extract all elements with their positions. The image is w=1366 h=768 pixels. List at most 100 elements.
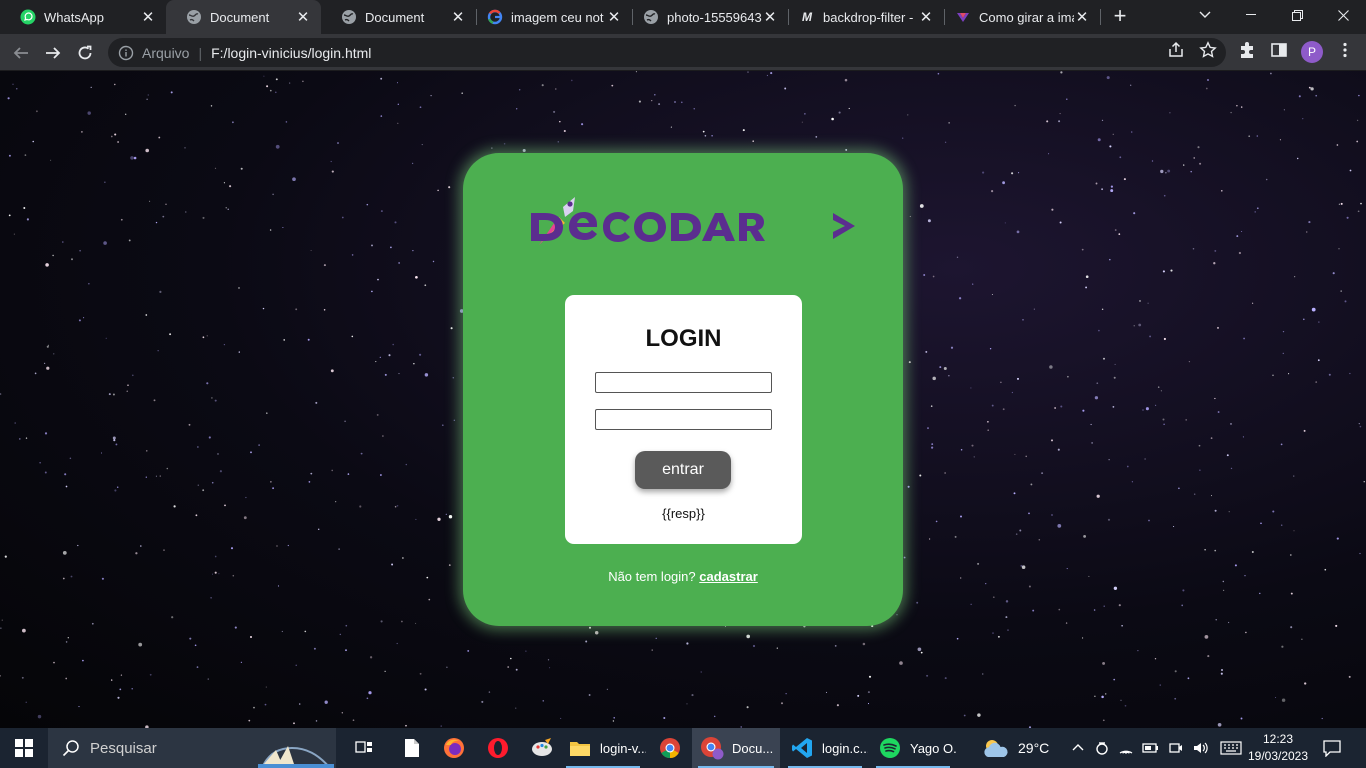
taskbar-search[interactable]: Pesquisar (48, 728, 336, 768)
close-tab-icon[interactable]: ✕ (606, 8, 622, 26)
close-tab-icon[interactable]: ✕ (140, 8, 156, 26)
globe-icon (643, 9, 659, 25)
site-icon (955, 9, 971, 25)
taskbar-firefox[interactable] (434, 728, 470, 768)
tab-title: Document (210, 9, 270, 25)
tab-document[interactable]: Document ✕ (321, 0, 476, 34)
opera-house-highlight-icon (258, 746, 334, 768)
taskbar-opera[interactable] (478, 728, 514, 768)
close-tab-icon[interactable]: ✕ (295, 8, 311, 26)
taskbar-chrome[interactable] (650, 728, 688, 768)
signup-prompt-text: Não tem login? (608, 569, 696, 584)
login-submit-button[interactable]: entrar (635, 451, 731, 489)
chevron-right-icon (833, 213, 855, 239)
whatsapp-icon (20, 9, 36, 25)
wifi-icon[interactable] (1118, 740, 1134, 756)
minimize-button[interactable] (1228, 0, 1274, 30)
tab-google-search[interactable]: imagem ceu not ✕ (477, 0, 632, 34)
login-panel: LOGIN entrar {{resp}} (565, 295, 802, 544)
partly-cloudy-icon (984, 740, 1008, 757)
restore-button[interactable] (1274, 0, 1320, 30)
login-title: LOGIN (645, 325, 722, 352)
profile-avatar[interactable]: P (1301, 41, 1323, 63)
globe-icon (341, 9, 357, 25)
tab-search-chevron-icon[interactable] (1182, 0, 1228, 30)
address-bar[interactable]: Arquivo | F:/login-vinicius/login.html (108, 38, 1226, 67)
search-icon (62, 740, 79, 757)
taskbar-paint[interactable] (522, 728, 558, 768)
close-tab-icon[interactable]: ✕ (1074, 8, 1090, 26)
close-tab-icon[interactable]: ✕ (450, 8, 466, 26)
windows-taskbar: Pesquisar login-v... Docu... login.c... … (0, 728, 1366, 768)
tab-title: Document (365, 9, 425, 25)
windows-logo-icon (15, 739, 33, 757)
spotify-icon (878, 736, 902, 760)
signup-link[interactable]: cadastrar (699, 569, 758, 584)
meet-now-icon[interactable] (1168, 740, 1184, 756)
close-window-button[interactable] (1320, 0, 1366, 30)
close-tab-icon[interactable]: ✕ (918, 8, 934, 26)
chrome-profile-icon (700, 736, 724, 760)
taskbar-spotify[interactable]: Yago O... (870, 728, 956, 768)
sync-icon[interactable] (1094, 740, 1110, 756)
taskbar-file[interactable] (392, 728, 428, 768)
tab-como-girar[interactable]: Como girar a ima ✕ (945, 0, 1100, 34)
close-tab-icon[interactable]: ✕ (762, 8, 778, 26)
taskbar-app-label: login-v... (600, 740, 646, 756)
taskbar-explorer[interactable]: login-v... (560, 728, 646, 768)
globe-icon (186, 9, 202, 25)
system-tray (1070, 728, 1242, 768)
taskbar-vscode[interactable]: login.c... (782, 728, 868, 768)
folder-icon (568, 736, 592, 760)
password-input[interactable] (595, 409, 772, 430)
tab-title: Como girar a ima (979, 9, 1074, 25)
start-button[interactable] (0, 728, 48, 768)
tab-title: backdrop-filter - (823, 9, 914, 25)
bookmark-star-icon[interactable] (1199, 41, 1217, 59)
weather-widget[interactable]: 29°C (982, 728, 1049, 768)
tab-whatsapp[interactable]: WhatsApp ✕ (0, 0, 166, 34)
notifications-button[interactable] (1322, 728, 1342, 768)
forward-button[interactable] (40, 40, 66, 66)
tab-mdn[interactable]: M backdrop-filter - ✕ (789, 0, 944, 34)
signup-prompt: Não tem login? cadastrar (463, 569, 903, 584)
tab-photo[interactable]: photo-15559643 ✕ (633, 0, 788, 34)
clock-date: 19/03/2023 (1247, 749, 1309, 763)
back-button[interactable] (8, 40, 34, 66)
menu-kebab-icon[interactable] (1336, 41, 1354, 59)
task-view-icon (352, 736, 376, 760)
taskbar-app-label: login.c... (822, 740, 868, 756)
extensions-puzzle-icon[interactable] (1238, 41, 1256, 59)
taskbar-app-label: Yago O... (910, 740, 956, 756)
tab-title: photo-15559643 (667, 9, 762, 25)
page-viewport: LOGIN entrar {{resp}} Não tem login? cad… (0, 71, 1366, 728)
volume-icon[interactable] (1192, 740, 1210, 756)
notification-icon (1323, 740, 1341, 757)
new-tab-button[interactable]: + (1109, 5, 1131, 27)
taskbar-clock[interactable]: 12:23 19/03/2023 (1242, 731, 1314, 765)
firefox-icon (442, 736, 466, 760)
login-card: LOGIN entrar {{resp}} Não tem login? cad… (463, 153, 903, 626)
username-input[interactable] (595, 372, 772, 393)
keyboard-icon[interactable] (1220, 741, 1242, 755)
opera-icon (486, 736, 510, 760)
response-text: {{resp}} (662, 506, 705, 521)
info-icon[interactable] (118, 45, 134, 61)
file-icon (400, 736, 424, 760)
share-icon[interactable] (1167, 41, 1185, 59)
paint-palette-icon (530, 736, 554, 760)
clock-time: 12:23 (1262, 732, 1294, 746)
reload-button[interactable] (72, 40, 98, 66)
weather-temp: 29°C (1018, 740, 1050, 756)
browser-tab-strip: WhatsApp ✕ Document ✕ Document ✕ imagem … (0, 0, 1366, 34)
url-text[interactable]: F:/login-vinicius/login.html (211, 45, 371, 61)
side-panel-icon[interactable] (1270, 41, 1288, 59)
taskbar-chrome-profile[interactable]: Docu... (692, 728, 780, 768)
task-view-button[interactable] (344, 728, 380, 768)
chevron-up-icon[interactable] (1070, 740, 1086, 756)
battery-icon[interactable] (1142, 740, 1160, 756)
mdn-icon: M (802, 10, 812, 24)
tab-document-active[interactable]: Document ✕ (166, 0, 321, 34)
chrome-icon (658, 736, 682, 760)
vscode-icon (790, 736, 814, 760)
